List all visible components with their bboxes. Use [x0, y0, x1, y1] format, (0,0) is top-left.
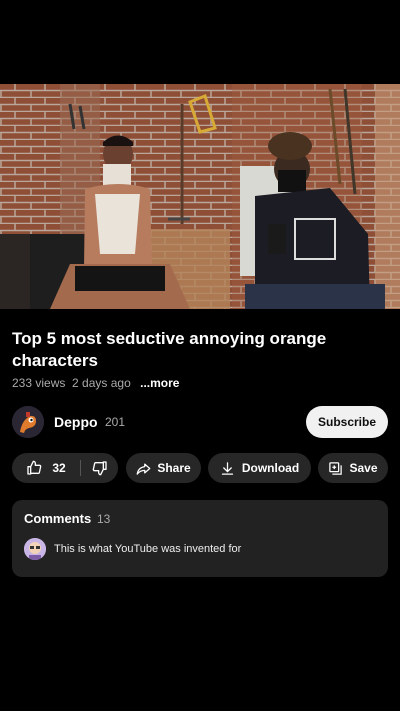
dislike-button[interactable] [82, 453, 118, 483]
like-dislike-group: 32 [12, 453, 118, 483]
commenter-avatar [24, 538, 46, 560]
like-button[interactable]: 32 [12, 453, 80, 483]
upload-age: 2 days ago [72, 376, 131, 390]
video-player[interactable] [0, 84, 400, 309]
view-count: 233 views [12, 376, 66, 390]
share-label: Share [157, 461, 191, 475]
channel-row: Deppo 201 Subscribe [12, 406, 388, 438]
video-metadata[interactable]: 233 views 2 days ago ...more [12, 376, 179, 390]
subscribe-button[interactable]: Subscribe [306, 406, 388, 438]
action-bar: 32 Share Download Save [12, 453, 392, 485]
like-icon [26, 460, 42, 476]
video-frame-image [0, 84, 400, 309]
save-button[interactable]: Save [318, 453, 388, 483]
save-icon [328, 461, 343, 476]
video-title: Top 5 most seductive annoying orange cha… [12, 329, 327, 370]
channel-avatar[interactable] [12, 406, 44, 438]
download-label: Download [241, 461, 300, 475]
like-count: 32 [52, 461, 66, 475]
download-button[interactable]: Download [208, 453, 311, 483]
comments-panel[interactable]: Comments 13 This is what YouTube was inv… [12, 500, 388, 577]
like-divider [80, 460, 81, 476]
share-icon [136, 461, 151, 476]
subscriber-count: 201 [105, 415, 126, 429]
channel-name[interactable]: Deppo [54, 414, 98, 430]
dislike-icon [92, 460, 108, 476]
save-label: Save [349, 461, 378, 475]
share-button[interactable]: Share [126, 453, 201, 483]
download-icon [220, 461, 235, 476]
more-link[interactable]: ...more [140, 376, 179, 390]
status-bar-area [0, 0, 400, 84]
top-comment-text: This is what YouTube was invented for [54, 543, 242, 555]
comments-count: 13 [97, 512, 111, 526]
comments-heading: Comments [24, 511, 92, 526]
